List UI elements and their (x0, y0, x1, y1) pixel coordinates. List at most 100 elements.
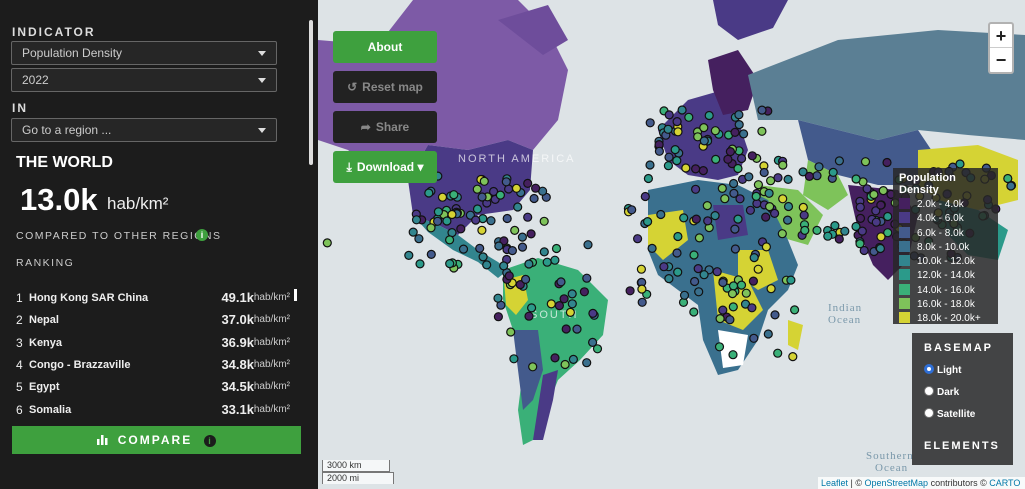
city-marker[interactable] (733, 214, 743, 224)
city-marker[interactable] (551, 243, 562, 254)
region-select[interactable]: Go to a region ... (11, 118, 277, 142)
city-marker[interactable] (855, 213, 866, 223)
city-marker[interactable] (753, 264, 763, 274)
city-marker[interactable] (588, 308, 598, 318)
city-marker[interactable] (766, 284, 776, 294)
elements-title[interactable]: ELEMENTS (924, 440, 1001, 452)
city-marker[interactable] (664, 110, 674, 120)
city-marker[interactable] (582, 273, 592, 283)
osm-link[interactable]: OpenStreetMap (865, 478, 929, 488)
about-button[interactable]: About (333, 31, 437, 63)
city-marker[interactable] (556, 277, 566, 287)
sidebar-scrollbar[interactable] (309, 20, 313, 165)
city-marker[interactable] (560, 359, 570, 370)
info-icon[interactable]: i (203, 434, 216, 447)
city-marker[interactable] (550, 255, 560, 265)
city-marker[interactable] (788, 352, 798, 362)
city-marker[interactable] (445, 259, 455, 269)
reset-map-button[interactable]: ↺ Reset map (333, 71, 437, 103)
city-marker[interactable] (715, 314, 725, 324)
city-marker[interactable] (643, 217, 653, 227)
carto-link[interactable]: CARTO (989, 478, 1020, 488)
download-button[interactable]: ⤓ Download ▾ (333, 151, 437, 183)
city-marker[interactable] (766, 176, 776, 186)
city-marker[interactable] (567, 289, 577, 299)
leaflet-link[interactable]: Leaflet (821, 478, 848, 488)
city-marker[interactable] (539, 247, 549, 257)
city-marker[interactable] (711, 154, 721, 164)
city-marker[interactable] (684, 112, 694, 122)
city-marker[interactable] (1006, 181, 1016, 191)
ranking-row[interactable]: 2 Nepal 37.0k hab/km² (16, 311, 296, 331)
city-marker[interactable] (565, 307, 575, 317)
city-marker[interactable] (517, 242, 528, 252)
country-russia[interactable] (748, 30, 1025, 140)
city-marker[interactable] (437, 192, 448, 202)
city-marker[interactable] (733, 163, 743, 174)
city-marker[interactable] (694, 233, 704, 243)
city-marker[interactable] (812, 225, 822, 235)
city-marker[interactable] (694, 287, 704, 297)
city-marker[interactable] (531, 183, 541, 193)
city-marker[interactable] (729, 188, 739, 198)
city-marker[interactable] (408, 227, 418, 237)
city-marker[interactable] (679, 290, 690, 300)
city-marker[interactable] (855, 202, 865, 212)
country-madagascar[interactable] (788, 320, 803, 350)
city-marker[interactable] (955, 159, 965, 169)
radio-button[interactable] (924, 364, 934, 374)
city-marker[interactable] (495, 190, 505, 200)
city-marker[interactable] (753, 180, 763, 190)
city-marker[interactable] (647, 243, 657, 253)
city-marker[interactable] (637, 284, 647, 294)
city-marker[interactable] (411, 215, 422, 225)
city-marker[interactable] (513, 202, 523, 212)
city-marker[interactable] (749, 333, 759, 343)
city-marker[interactable] (633, 234, 643, 244)
city-marker[interactable] (445, 235, 455, 245)
ranking-scrollbar[interactable] (294, 289, 297, 301)
city-marker[interactable] (728, 302, 738, 312)
city-marker[interactable] (433, 207, 444, 217)
city-marker[interactable] (494, 241, 504, 251)
city-marker[interactable] (524, 311, 534, 321)
city-marker[interactable] (723, 154, 733, 164)
city-marker[interactable] (876, 232, 886, 242)
city-marker[interactable] (479, 176, 489, 186)
city-marker[interactable] (659, 262, 669, 272)
city-marker[interactable] (691, 214, 701, 224)
city-marker[interactable] (501, 177, 511, 187)
city-marker[interactable] (777, 229, 787, 239)
city-marker[interactable] (579, 287, 589, 297)
city-marker[interactable] (770, 310, 780, 320)
city-marker[interactable] (830, 221, 840, 231)
city-marker[interactable] (712, 267, 722, 277)
basemap-option[interactable]: Light (924, 364, 1001, 386)
basemap-option[interactable]: Dark (924, 386, 1001, 408)
year-select[interactable]: 2022 (11, 68, 277, 92)
city-marker[interactable] (477, 225, 487, 235)
city-marker[interactable] (783, 215, 793, 225)
city-marker[interactable] (689, 250, 699, 260)
city-marker[interactable] (471, 215, 481, 225)
city-marker[interactable] (426, 249, 436, 259)
city-marker[interactable] (636, 264, 646, 274)
indicator-select[interactable]: Population Density (11, 41, 277, 65)
city-marker[interactable] (761, 242, 771, 252)
city-marker[interactable] (710, 126, 720, 136)
share-button[interactable]: ➦ Share (333, 111, 437, 143)
city-marker[interactable] (456, 224, 466, 234)
city-marker[interactable] (763, 329, 773, 339)
city-marker[interactable] (527, 303, 537, 313)
city-marker[interactable] (728, 281, 739, 291)
city-marker[interactable] (734, 110, 744, 120)
city-marker[interactable] (736, 280, 747, 290)
country-greenland[interactable] (713, 0, 788, 40)
city-marker[interactable] (627, 205, 637, 215)
city-marker[interactable] (677, 105, 687, 115)
city-marker[interactable] (876, 200, 886, 210)
city-marker[interactable] (526, 229, 536, 239)
city-marker[interactable] (759, 167, 769, 178)
city-marker[interactable] (1003, 173, 1013, 184)
city-marker[interactable] (690, 276, 700, 287)
